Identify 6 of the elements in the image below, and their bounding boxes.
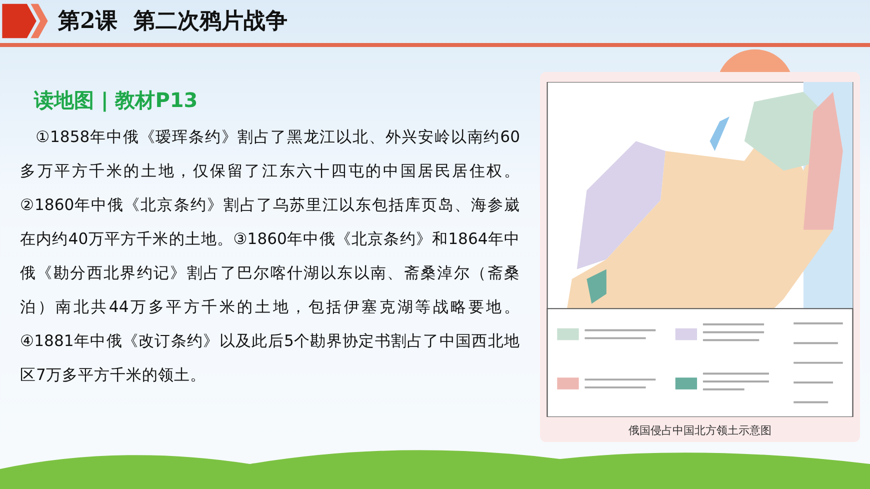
map-caption: 俄国侵占中国北方领土示意图 [628, 423, 772, 438]
lesson-number: 第2课 [58, 7, 118, 36]
lesson-title: 第二次鸦片战争 [133, 7, 288, 36]
section-heading: 读地图 | 教材P13 [34, 87, 199, 114]
chevron-icon [2, 2, 48, 40]
paragraph: ①1858年中俄《瑷珲条约》割占了黑龙江以北、外兴安岭以南约60多万平方千米的土地，仅保留了江东六十四屯的中国居民居住权。②1860年中俄《北京条约》割占了乌苏里江以东包括库页岛、海参崴在内约40万平方千米的土地。③1860年中俄《北京条约》和1864年中俄《勘分西北界约记》割占了巴尔喀什湖以东以南、斋桑淖尔（斋桑泊）南北共44万多平方千米的土地，包括伊塞克湖等战略要地。④1881年中俄《改订条约》以及此后5个勘界协定书割占了中国西北地区7万多平方千米的领土。 [20, 127, 520, 386]
